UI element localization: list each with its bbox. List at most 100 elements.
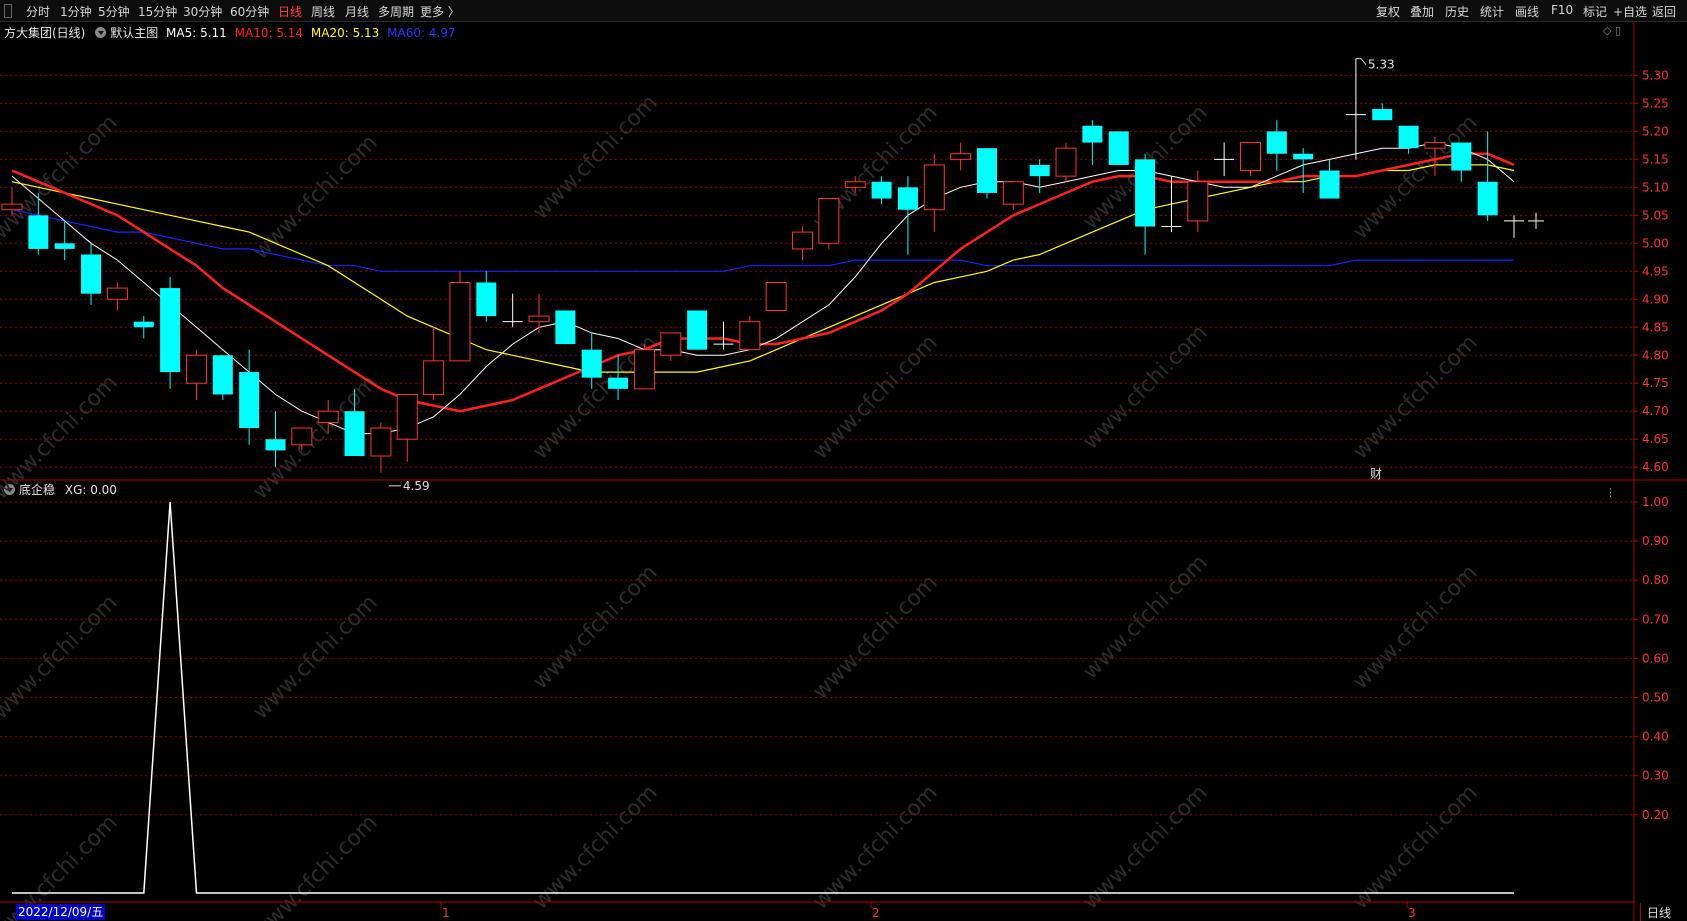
ma-line-ma10: [11, 152, 1515, 413]
watermark-text: www.cfchi.com: [0, 370, 123, 504]
indicator-line-xg: [12, 501, 1514, 894]
candle-body: [1108, 131, 1129, 165]
price-axis-label: 5.15: [1642, 152, 1669, 166]
month-label: 2: [872, 906, 880, 920]
month-label: 1: [442, 906, 450, 920]
candle-body: [528, 315, 550, 323]
price-axis-label: 4.90: [1642, 292, 1669, 306]
indicator-axis-label: 0.30: [1642, 769, 1669, 783]
candle-body: [1266, 131, 1287, 154]
candle-body: [1319, 170, 1340, 199]
btn-huaxian[interactable]: 画线: [1515, 3, 1539, 20]
candle-body: [133, 321, 154, 328]
price-axis-label: 4.60: [1642, 460, 1669, 474]
tab-fenshi[interactable]: 分时: [26, 3, 50, 20]
price-axis-label: 4.65: [1642, 432, 1669, 446]
btn-fuquan[interactable]: 复权: [1376, 3, 1400, 20]
indicator-axis-label: 0.20: [1642, 808, 1669, 822]
candle-body: [423, 360, 445, 395]
candle-body: [555, 310, 576, 345]
candle-body: [344, 411, 365, 457]
candle-body: [765, 281, 787, 311]
candle-body: [396, 393, 418, 440]
btn-lishi[interactable]: 历史: [1445, 3, 1469, 20]
btn-diejia[interactable]: 叠加: [1410, 3, 1434, 20]
candle-body: [844, 181, 866, 188]
watermark-text: www.cfchi.com: [528, 90, 662, 224]
indicator-axis-label: 0.70: [1642, 612, 1669, 626]
candle-body: [1055, 147, 1077, 177]
tab-daily[interactable]: 日线: [278, 3, 302, 20]
tab-monthly[interactable]: 月线: [345, 3, 369, 20]
watermark-text: www.cfchi.com: [528, 780, 662, 914]
btn-tongji[interactable]: 统计: [1480, 3, 1504, 20]
tab-1min[interactable]: 1分钟: [60, 3, 92, 20]
btn-biaoji[interactable]: 标记: [1583, 3, 1607, 20]
tab-60min[interactable]: 60分钟: [230, 3, 269, 20]
indicator-axis-label: 0.50: [1642, 691, 1669, 705]
btn-fanhui[interactable]: 返回: [1652, 3, 1676, 20]
finance-marker: 财: [1370, 467, 1382, 481]
tab-30min[interactable]: 30分钟: [183, 3, 222, 20]
btn-zixuan[interactable]: +自选: [1613, 3, 1647, 20]
tab-multi[interactable]: 多周期: [378, 3, 414, 20]
candle-body: [871, 181, 892, 199]
watermark-text: www.cfchi.com: [0, 590, 123, 724]
candle-body: [81, 254, 102, 294]
cursor-date-badge: 2022/12/09/五: [16, 904, 106, 920]
ma-line-ma20: [11, 164, 1515, 373]
candle-body: [370, 427, 392, 457]
btn-f10[interactable]: F10: [1551, 3, 1573, 17]
price-axis-label: 4.70: [1642, 404, 1669, 418]
price-axis-label: 5.30: [1642, 68, 1669, 82]
watermark-text: www.cfchi.com: [808, 780, 942, 914]
candle-body: [1, 203, 23, 211]
candle-body: [1398, 125, 1419, 149]
candle-body: [739, 321, 761, 351]
candle-body: [581, 349, 602, 378]
period-tab-daily[interactable]: 日线: [1640, 903, 1687, 921]
candle-body: [1002, 181, 1024, 205]
period-toolbar: 分时 1分钟 5分钟 15分钟 30分钟 60分钟 日线 周线 月线 多周期 更多 〉 复权 叠加 历史…: [0, 0, 1687, 22]
tab-more[interactable]: 更多 〉: [420, 3, 460, 20]
toolbar-handle-icon[interactable]: [4, 4, 12, 18]
ma-line-ma5: [11, 142, 1515, 435]
watermark-text: www.cfchi.com: [1348, 780, 1482, 914]
tab-weekly[interactable]: 周线: [311, 3, 335, 20]
watermark-text: www.cfchi.com: [0, 110, 123, 244]
indicator-axis-label: 1.00: [1642, 495, 1669, 509]
candle-body: [950, 153, 972, 160]
candle-body: [792, 231, 814, 250]
indicator-axis-label: 0.60: [1642, 651, 1669, 665]
month-label: 3: [1408, 906, 1416, 920]
price-axis-label: 4.85: [1642, 320, 1669, 334]
candle-body: [1029, 164, 1050, 177]
candle-body: [923, 164, 945, 211]
ma-line-ma60: [11, 209, 1514, 272]
high-marker: [1355, 58, 1367, 65]
watermark-text: www.cfchi.com: [1348, 330, 1482, 464]
candle-body: [160, 288, 181, 373]
watermark-text: www.cfchi.com: [808, 570, 942, 704]
candle-body: [660, 332, 682, 356]
candle-body: [1477, 181, 1498, 216]
candle-body: [633, 349, 655, 390]
price-axis-label: 5.20: [1642, 124, 1669, 138]
indicator-axis-label: 0.40: [1642, 730, 1669, 744]
indicator-axis-label: 0.90: [1642, 534, 1669, 548]
tab-5min[interactable]: 5分钟: [98, 3, 130, 20]
candle-body: [1135, 159, 1156, 227]
candle-body: [1239, 142, 1261, 172]
candle-body: [106, 287, 128, 300]
candle-body: [476, 282, 497, 317]
price-axis-label: 4.80: [1642, 348, 1669, 362]
chart-area[interactable]: www.cfchi.com www.cfchi.com www.cfchi.com w…: [0, 22, 1687, 921]
high-price-label: 5.33: [1368, 58, 1395, 72]
tab-15min[interactable]: 15分钟: [138, 3, 177, 20]
watermark-text: www.cfchi.com: [248, 590, 382, 724]
candle-body: [291, 427, 313, 446]
watermark-text: www.cfchi.com: [248, 130, 382, 264]
candle-body: [449, 281, 471, 362]
low-price-label: 4.59: [403, 479, 430, 493]
watermark-text: www.cfchi.com: [1078, 550, 1212, 684]
